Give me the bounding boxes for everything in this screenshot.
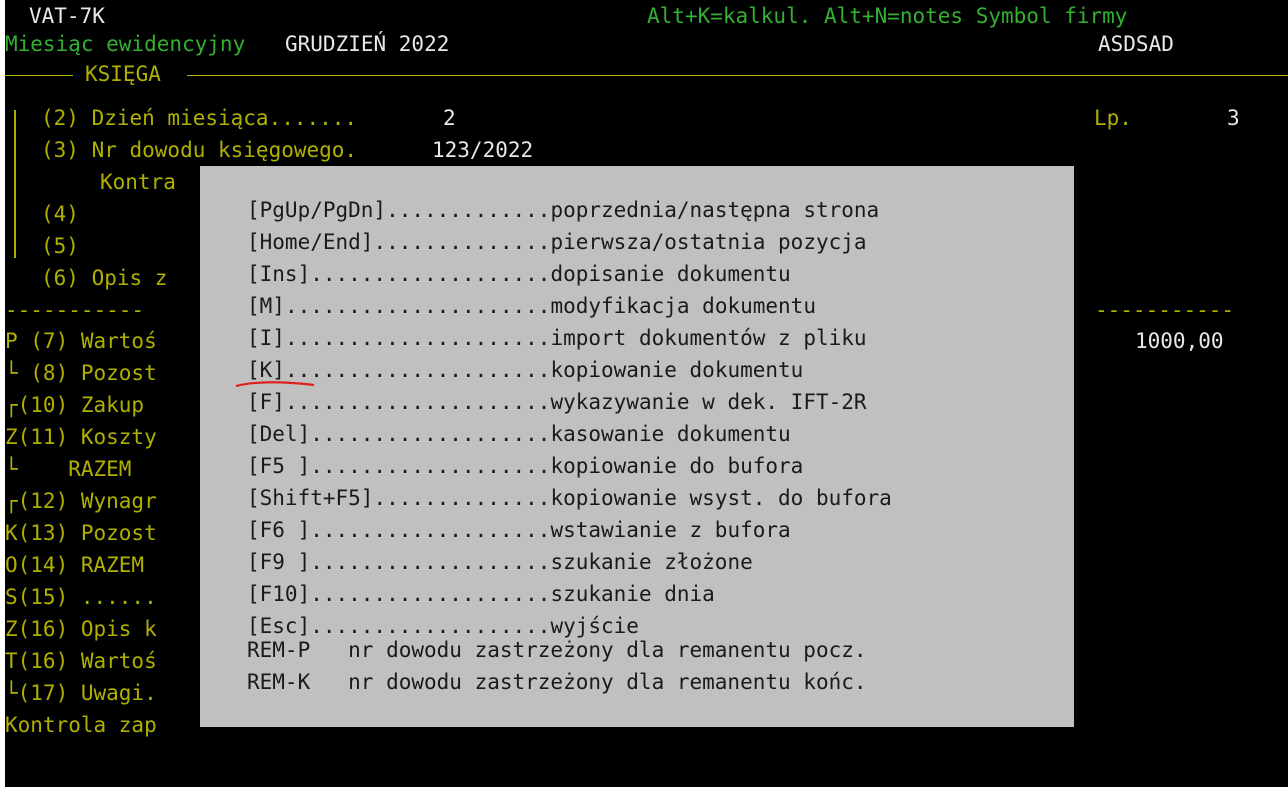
help-row: [Home/End]..............pierwsza/ostatni… [247, 228, 867, 256]
help-action: wstawianie z bufora [550, 518, 791, 542]
help-action: pierwsza/ostatnia pozycja [550, 230, 867, 254]
field-14-label: O(14) RAZEM [5, 553, 145, 577]
lp-label: Lp. [1094, 106, 1132, 130]
section-rule-right [187, 75, 1288, 76]
help-key: [PgUp/PgDn] [247, 198, 387, 222]
month-value: GRUDZIEŃ 2022 [285, 32, 450, 56]
help-action: import dokumentów z pliku [550, 326, 867, 350]
help-row: [PgUp/PgDn].............poprzednia/nastę… [247, 196, 879, 224]
separator-left: ----------- [5, 298, 145, 322]
help-dots: ................... [310, 518, 551, 542]
help-dots: ............. [386, 198, 551, 222]
help-action: szukanie złożone [550, 550, 753, 574]
help-key: [F] [247, 390, 285, 414]
help-action: szukanie dnia [550, 582, 715, 606]
field-17-label: └(17) Uwagi. [5, 681, 157, 705]
help-dots: ..................... [284, 294, 551, 318]
field-8-label: └ (8) Pozost [5, 361, 157, 385]
help-row: [Ins]...................dopisanie dokume… [247, 260, 791, 288]
help-dots: ..................... [284, 390, 551, 414]
field-4-label: (4) [41, 202, 79, 226]
field-12-label: ┌(12) Wynagr [5, 489, 157, 513]
help-key: [F9 ] [247, 550, 311, 574]
help-key: [F10] [247, 582, 311, 606]
contractor-label: Kontra [100, 170, 176, 194]
help-row: [K].....................kopiowanie dokum… [247, 356, 803, 384]
section-rule-left [5, 75, 73, 76]
month-label: Miesiąc ewidencyjny [5, 32, 246, 56]
field-15-label: S(15) ...... [5, 585, 157, 609]
shortcut-hints: Alt+K=kalkul. Alt+N=notes Symbol firmy [647, 4, 1128, 28]
field-5-label: (5) [41, 234, 79, 258]
help-row: [F6 ]...................wstawianie z buf… [247, 516, 791, 544]
help-row: [Del]...................kasowanie dokume… [247, 420, 791, 448]
field-13-label: K(13) Pozost [5, 521, 157, 545]
field-10-label: ┌(10) Zakup [5, 393, 145, 417]
help-action: poprzednia/następna strona [550, 198, 880, 222]
help-key: [Del] [247, 422, 311, 446]
help-dots: ..................... [284, 358, 551, 382]
help-action: wykazywanie w dek. IFT-2R [550, 390, 867, 414]
control-label: Kontrola zap [5, 713, 157, 737]
form-code: VAT-7K [29, 4, 105, 28]
help-dots: ................... [310, 614, 551, 638]
total-1-label: └ RAZEM [5, 457, 132, 481]
field-6-label: (6) Opis z [41, 266, 168, 290]
field-16a-label: Z(16) Opis k [5, 617, 157, 641]
help-action: wyjście [550, 614, 639, 638]
help-key: [Esc] [247, 614, 311, 638]
help-row: [I].....................import dokumentó… [247, 324, 867, 352]
help-action: modyfikacja dokumentu [550, 294, 816, 318]
help-row: [F10]...................szukanie dnia [247, 580, 715, 608]
field-11-label: Z(11) Koszty [5, 425, 157, 449]
help-key: [F5 ] [247, 454, 311, 478]
day-field-label: (2) Dzień miesiąca....... [41, 106, 358, 130]
help-action: kopiowanie wsyst. do bufora [550, 486, 892, 510]
company-symbol: ASDSAD [1098, 32, 1174, 56]
help-dots: ................... [310, 550, 551, 574]
help-dots: ..................... [284, 326, 551, 350]
help-row: [F9 ]...................szukanie złożone [247, 548, 753, 576]
help-key: [Shift+F5] [247, 486, 374, 510]
help-dots: ................... [310, 422, 551, 446]
help-key: [Ins] [247, 262, 311, 286]
help-dots: ................... [310, 454, 551, 478]
help-action: kopiowanie do bufora [550, 454, 804, 478]
day-field-value[interactable]: 2 [443, 104, 456, 132]
help-key: [F6 ] [247, 518, 311, 542]
field-16b-label: T(16) Wartoś [5, 649, 157, 673]
help-dots: .............. [373, 230, 551, 254]
help-action: kasowanie dokumentu [550, 422, 791, 446]
field-7-label: P (7) Wartoś [5, 329, 157, 353]
help-action: dopisanie dokumentu [550, 262, 791, 286]
terminal-screen: VAT-7K Alt+K=kalkul. Alt+N=notes Symbol … [5, 0, 1288, 787]
rem-k-note: REM-K nr dowodu zastrzeżony dla remanent… [247, 670, 867, 694]
help-key: [M] [247, 294, 285, 318]
red-underline-annotation [235, 381, 315, 388]
help-dots: ................... [310, 582, 551, 606]
lp-value: 3 [1227, 106, 1240, 130]
help-key: [I] [247, 326, 285, 350]
help-key: [Home/End] [247, 230, 374, 254]
doc-number-label: (3) Nr dowodu księgowego. [41, 138, 358, 162]
rem-p-note: REM-P nr dowodu zastrzeżony dla remanent… [247, 638, 867, 662]
bracket-line [14, 110, 16, 258]
separator-right: ----------- [1095, 298, 1235, 322]
help-dots: .............. [373, 486, 551, 510]
help-popup: [PgUp/PgDn].............poprzednia/nastę… [200, 166, 1074, 727]
help-row: [M].....................modyfikacja doku… [247, 292, 816, 320]
doc-number-value[interactable]: 123/2022 [432, 136, 533, 164]
section-title: KSIĘGA [85, 62, 161, 86]
help-row: [F5 ]...................kopiowanie do bu… [247, 452, 803, 480]
field-7-value[interactable]: 1000,00 [1135, 327, 1224, 355]
help-dots: ................... [310, 262, 551, 286]
help-row: [F].....................wykazywanie w de… [247, 388, 867, 416]
help-action: kopiowanie dokumentu [550, 358, 804, 382]
help-row: [Shift+F5]..............kopiowanie wsyst… [247, 484, 892, 512]
